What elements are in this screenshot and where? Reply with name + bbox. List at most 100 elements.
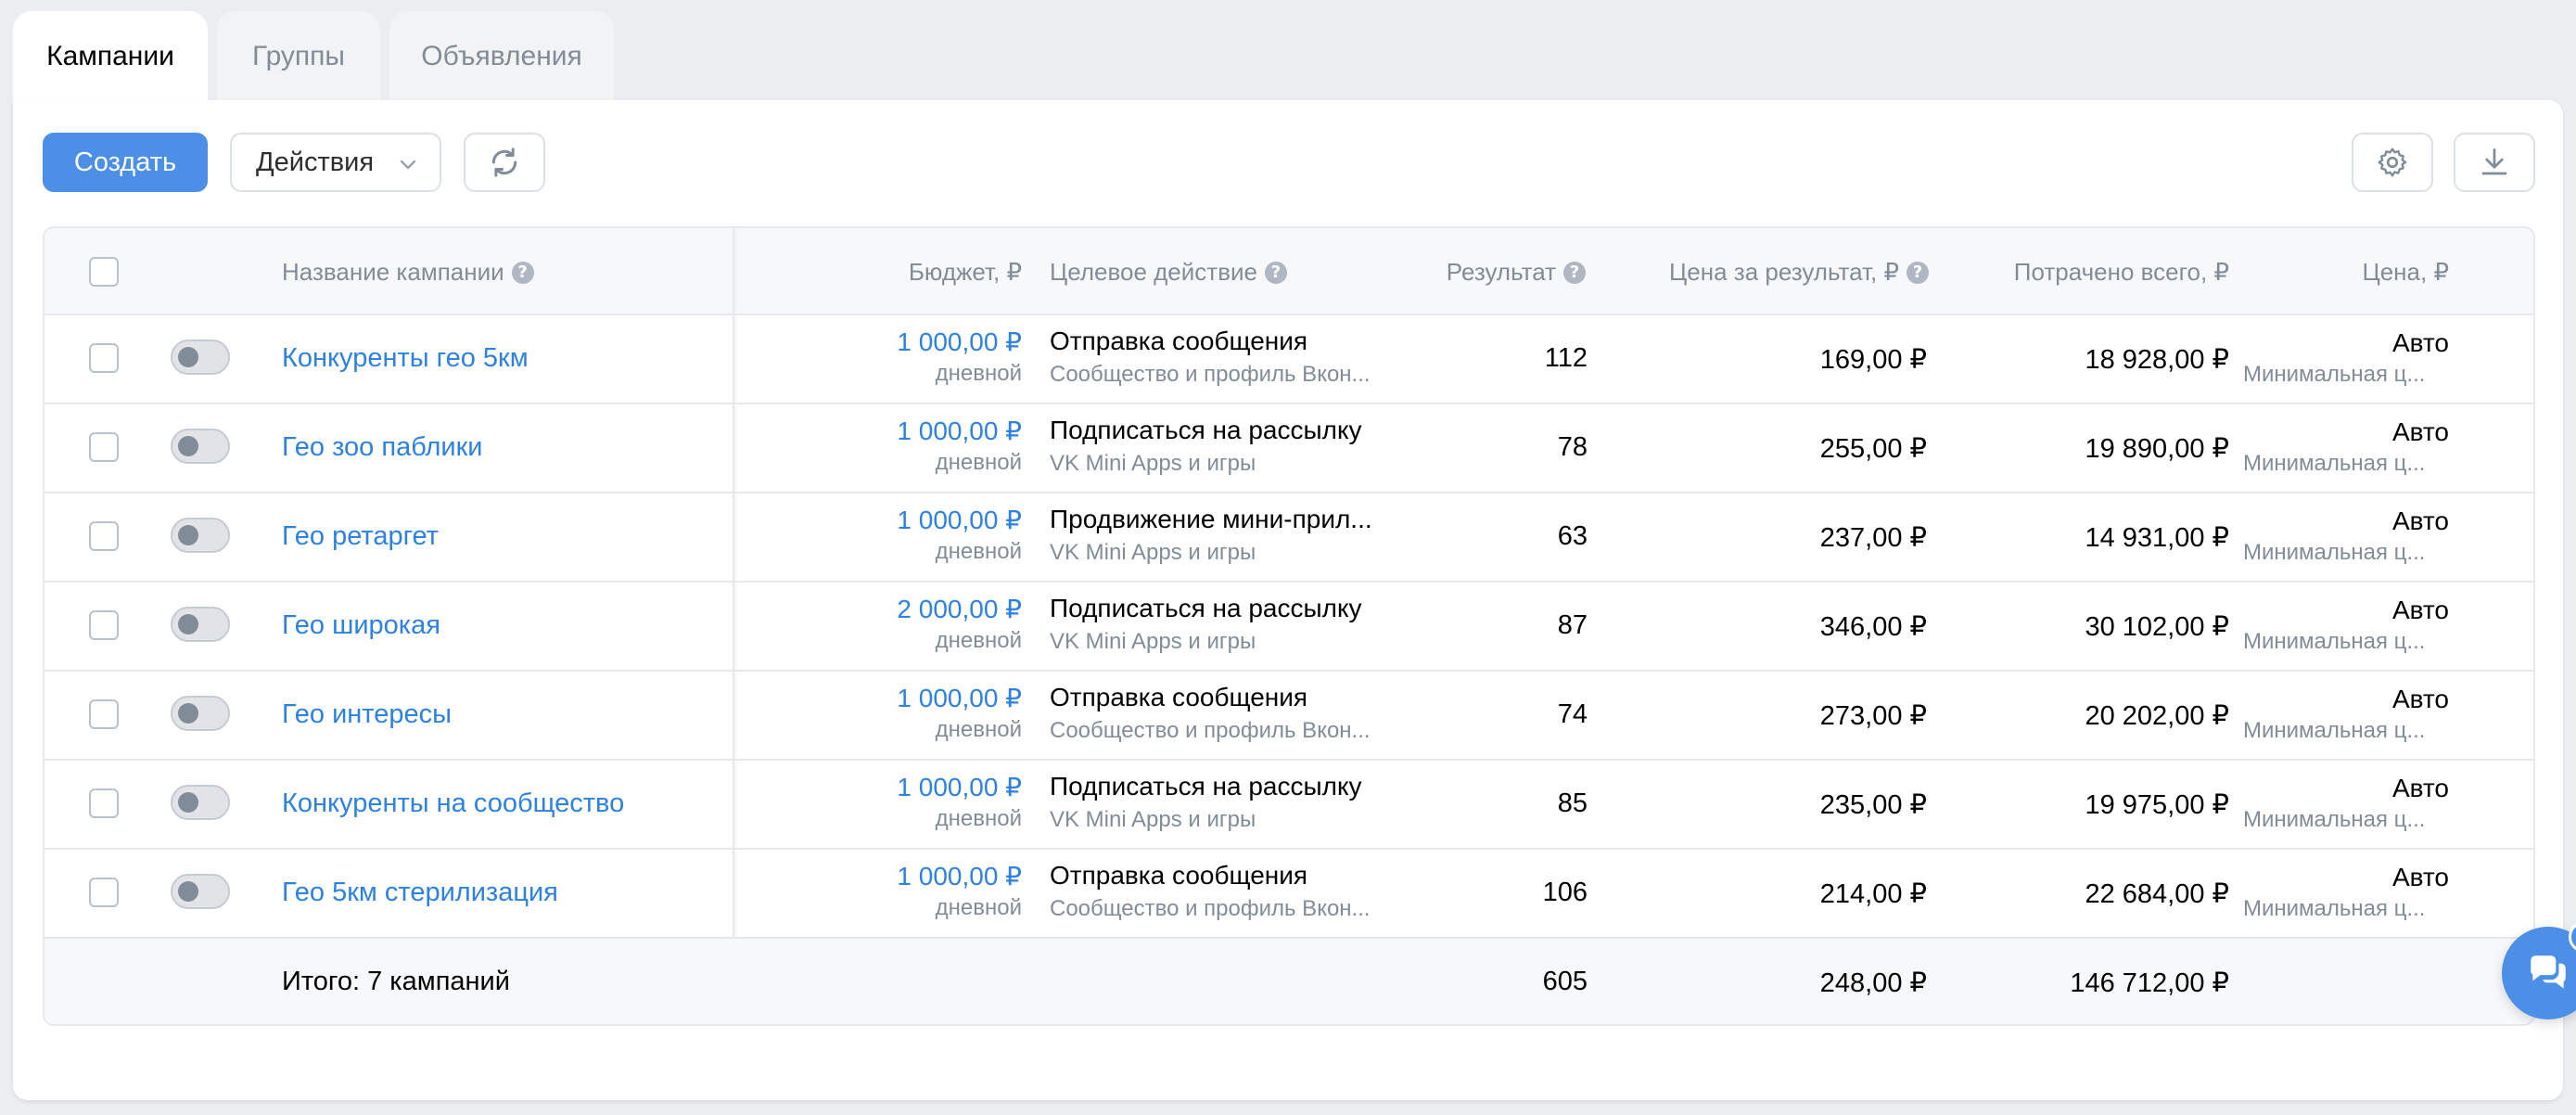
budget-cell: 1 000,00 ₽ дневной (897, 772, 1022, 832)
spent-value: 18 928,00 ₽ (2085, 345, 2229, 375)
actions-dropdown[interactable]: Действия (230, 133, 441, 192)
budget-value[interactable]: 1 000,00 ₽ (897, 861, 1022, 891)
budget-value[interactable]: 1 000,00 ₽ (897, 772, 1022, 802)
campaign-status-toggle[interactable] (171, 785, 230, 820)
price-value: Авто (2391, 685, 2449, 713)
table-row: Гео широкая 2 000,00 ₽ дневной Подписаться … (45, 583, 2533, 672)
tab-groups[interactable]: Группы (217, 11, 380, 102)
budget-cell: 2 000,00 ₽ дневной (897, 594, 1022, 654)
header-cost-per-result[interactable]: Цена за результат, ₽ ? (1669, 258, 1929, 287)
header-budget[interactable]: Бюджет, ₽ (909, 258, 1022, 287)
target-action: Отправка сообщения (1050, 861, 1308, 890)
target-action-object: VK Mini Apps и игры (1050, 807, 1256, 832)
toggle-knob (178, 436, 198, 456)
budget-period: дневной (935, 895, 1022, 920)
row-checkbox[interactable] (89, 432, 119, 462)
tab-ads[interactable]: Объявления (389, 11, 614, 102)
campaign-name-link[interactable]: Гео широкая (282, 610, 440, 641)
total-label: Итого: 7 кампаний (282, 967, 510, 996)
table-row: Гео интересы 1 000,00 ₽ дневной Отправка со… (45, 672, 2533, 761)
campaign-status-toggle[interactable] (171, 340, 230, 375)
download-icon (2481, 148, 2507, 175)
header-result[interactable]: Результат ? (1447, 258, 1586, 287)
total-cost: 248,00 ₽ (1819, 968, 1927, 998)
result-value: 112 (1544, 343, 1588, 373)
budget-cell: 1 000,00 ₽ дневной (897, 505, 1022, 565)
table-footer: Итого: 7 кампаний 605 248,00 ₽ 146 712,0… (45, 939, 2533, 1024)
cost-per-result-value: 169,00 ₽ (1819, 345, 1927, 375)
budget-value[interactable]: 1 000,00 ₽ (897, 416, 1022, 446)
target-action-object: Сообщество и профиль Вкон... (1050, 362, 1371, 387)
row-checkbox[interactable] (89, 343, 119, 373)
header-result-label: Результат (1446, 258, 1556, 286)
toggle-knob (178, 347, 198, 367)
result-value: 78 (1557, 432, 1588, 462)
row-checkbox[interactable] (89, 878, 119, 907)
table-row: Гео 5км стерилизация 1 000,00 ₽ дневной Отп… (45, 850, 2533, 939)
budget-cell: 1 000,00 ₽ дневной (897, 327, 1022, 387)
chevron-down-icon (400, 160, 416, 170)
budget-value[interactable]: 1 000,00 ₽ (897, 505, 1022, 535)
select-all-checkbox[interactable] (89, 257, 119, 287)
campaign-name-link[interactable]: Гео ретаргет (282, 521, 439, 552)
settings-button[interactable] (2352, 133, 2433, 192)
campaign-status-toggle[interactable] (171, 518, 230, 553)
tab-campaigns[interactable]: Кампании (13, 11, 208, 102)
price-strategy: Минимальная ц... (2243, 540, 2426, 565)
price-value: Авто (2391, 863, 2449, 891)
budget-value[interactable]: 1 000,00 ₽ (897, 683, 1022, 713)
row-checkbox[interactable] (89, 788, 119, 818)
cost-per-result-value: 235,00 ₽ (1819, 790, 1927, 820)
cost-per-result-value: 346,00 ₽ (1819, 612, 1927, 642)
header-budget-label: Бюджет, ₽ (908, 258, 1022, 286)
target-action-object: VK Mini Apps и игры (1050, 451, 1256, 476)
cost-per-result-value: 214,00 ₽ (1819, 879, 1927, 909)
row-checkbox[interactable] (89, 610, 119, 640)
header-name[interactable]: Название кампании ? (282, 258, 534, 287)
campaign-status-toggle[interactable] (171, 607, 230, 642)
price-strategy: Минимальная ц... (2243, 451, 2426, 476)
price-cell: Авто Минимальная ц... (2243, 417, 2449, 477)
target-action: Подписаться на рассылку (1050, 416, 1362, 444)
campaign-name-link[interactable]: Конкуренты на сообщество (282, 788, 624, 819)
campaign-status-toggle[interactable] (171, 874, 230, 909)
cost-per-result-value: 237,00 ₽ (1819, 523, 1927, 553)
help-icon[interactable]: ? (1563, 261, 1586, 284)
price-strategy: Минимальная ц... (2243, 807, 2426, 832)
target-action-object: VK Mini Apps и игры (1050, 629, 1256, 654)
budget-period: дневной (935, 628, 1022, 653)
target-action-cell: Продвижение мини-прил... VK Mini Apps и и… (1050, 505, 1393, 566)
result-value: 87 (1557, 610, 1588, 640)
header-target[interactable]: Целевое действие ? (1050, 258, 1287, 287)
create-button[interactable]: Создать (43, 133, 208, 192)
budget-value[interactable]: 1 000,00 ₽ (897, 327, 1022, 357)
header-price[interactable]: Цена, ₽ (2362, 258, 2449, 287)
price-strategy: Минимальная ц... (2243, 896, 2426, 921)
row-checkbox[interactable] (89, 699, 119, 729)
price-strategy: Минимальная ц... (2243, 718, 2426, 743)
budget-value[interactable]: 2 000,00 ₽ (897, 594, 1022, 624)
header-spent[interactable]: Потрачено всего, ₽ (2014, 258, 2229, 287)
table-row: Гео ретаргет 1 000,00 ₽ дневной Продвижение… (45, 493, 2533, 583)
download-button[interactable] (2454, 133, 2535, 192)
budget-period: дневной (935, 450, 1022, 475)
help-icon[interactable]: ? (1906, 261, 1929, 284)
campaign-status-toggle[interactable] (171, 696, 230, 731)
help-icon[interactable]: ? (511, 261, 534, 284)
chat-bubbles-icon (2531, 955, 2566, 989)
campaign-name-link[interactable]: Гео 5км стерилизация (282, 878, 558, 908)
campaign-status-toggle[interactable] (171, 429, 230, 464)
refresh-button[interactable] (464, 133, 545, 192)
row-checkbox[interactable] (89, 521, 119, 551)
price-cell: Авто Минимальная ц... (2243, 596, 2449, 655)
table-row: Конкуренты на сообщество 1 000,00 ₽ дневно… (45, 761, 2533, 850)
campaign-name-link[interactable]: Гео интересы (282, 699, 452, 730)
campaign-name-link[interactable]: Конкуренты гео 5км (282, 343, 529, 374)
header-spent-label: Потрачено всего, ₽ (2013, 258, 2229, 286)
price-cell: Авто Минимальная ц... (2243, 863, 2449, 922)
total-spent: 146 712,00 ₽ (2070, 968, 2229, 998)
campaign-name-link[interactable]: Гео зоо паблики (282, 432, 483, 463)
help-icon[interactable]: ? (1264, 261, 1287, 284)
price-value: Авто (2391, 506, 2449, 535)
budget-cell: 1 000,00 ₽ дневной (897, 683, 1022, 743)
